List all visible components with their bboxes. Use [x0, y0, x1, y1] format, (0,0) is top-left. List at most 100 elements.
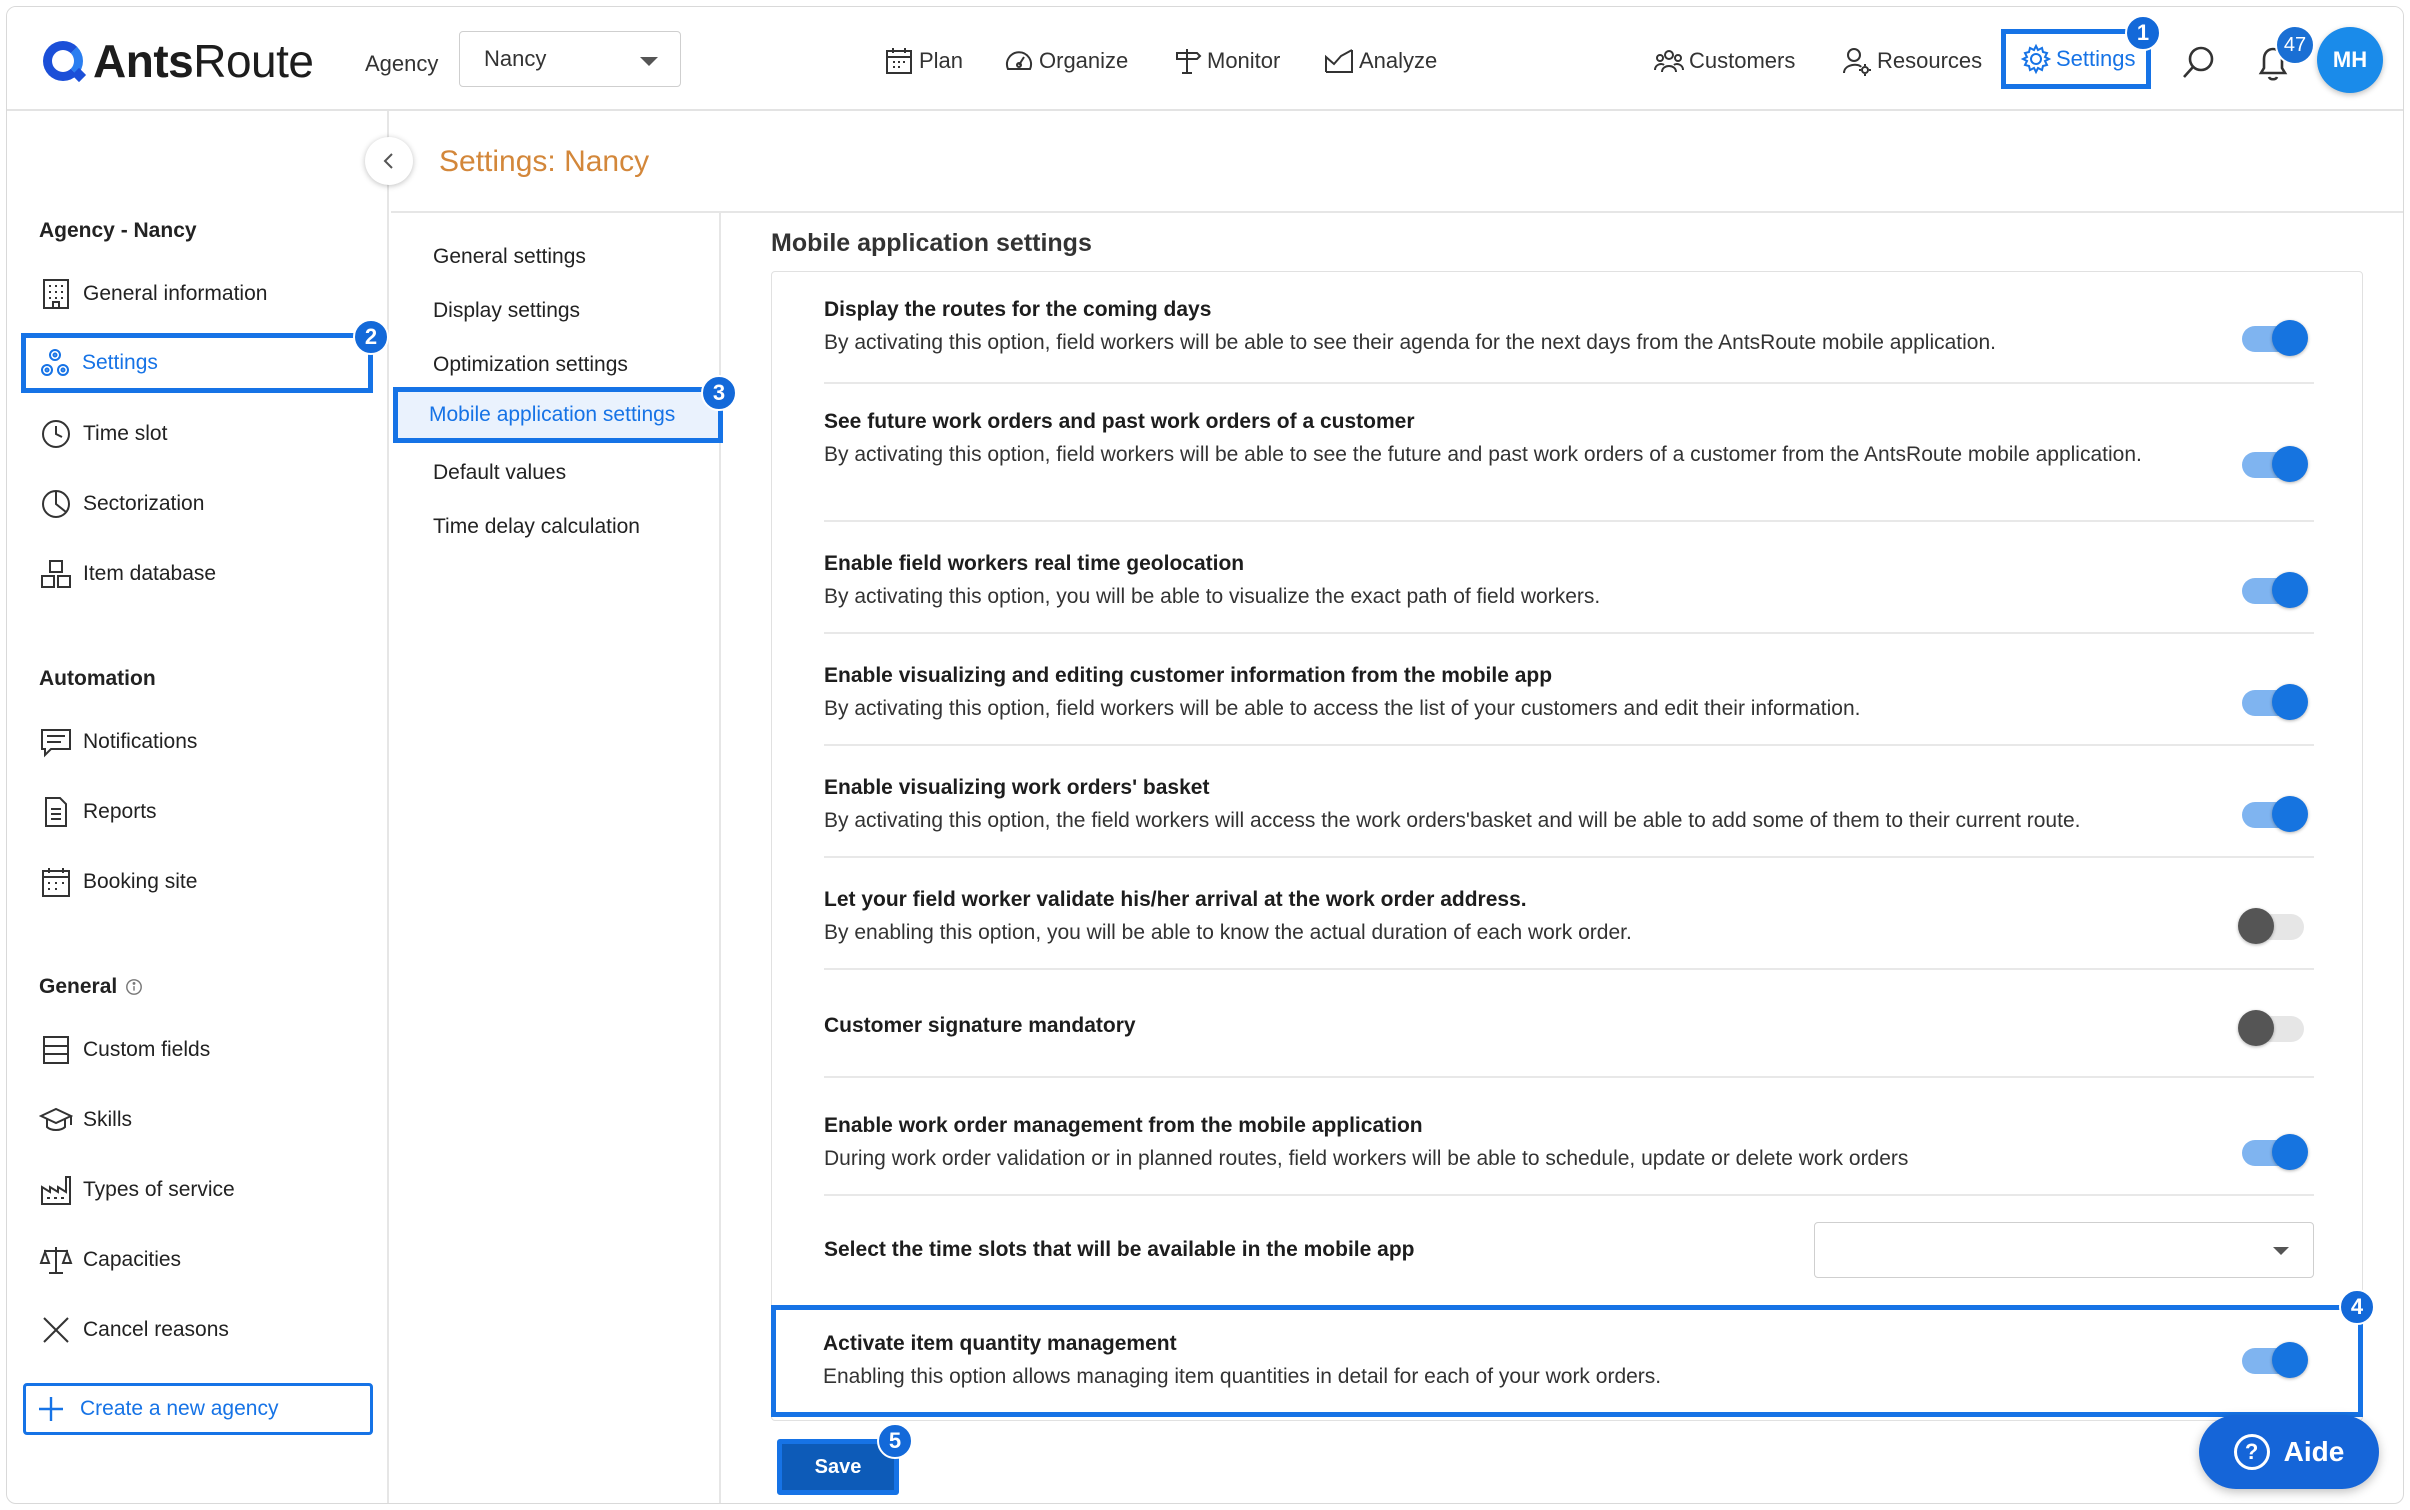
agency-select-value: Nancy	[484, 46, 547, 71]
subnav-display-settings[interactable]: Display settings	[397, 283, 717, 339]
setting-toggle[interactable]	[2242, 684, 2308, 720]
page-title: Settings: Nancy	[439, 145, 650, 178]
setting-row: Let your field worker validate his/her a…	[824, 888, 2314, 970]
sidebar-item-custom-fields[interactable]: Custom fields	[27, 1023, 371, 1077]
sidebar-item-skills[interactable]: Skills	[27, 1093, 371, 1147]
subnav-time-delay-calculation[interactable]: Time delay calculation	[397, 499, 717, 555]
building-icon	[43, 279, 69, 309]
setting-toggle[interactable]	[2238, 908, 2304, 944]
clock-icon	[42, 420, 70, 448]
sidebar-item-general-information[interactable]: General information	[27, 267, 371, 321]
callout-badge: 1	[2125, 15, 2161, 51]
setting-title: Enable visualizing work orders' basket	[824, 776, 1210, 799]
agency-sidebar: Agency - Nancy General information Setti…	[7, 111, 389, 1503]
sidebar-item-settings[interactable]: Settings	[21, 333, 373, 393]
setting-toggle[interactable]	[2242, 1134, 2308, 1170]
nav-monitor[interactable]: Monitor	[1171, 45, 1280, 77]
help-icon: ?	[2233, 1434, 2270, 1470]
nav-customers-label: Customers	[1689, 48, 1796, 73]
callout-badge: 5	[877, 1423, 913, 1459]
toggle-knob	[2272, 684, 2308, 720]
sidebar-item-sectorization[interactable]: Sectorization	[27, 477, 371, 531]
setting-row: Display the routes for the coming days B…	[824, 298, 2314, 384]
setting-description: By activating this option, field workers…	[824, 443, 2142, 466]
time-slots-select[interactable]	[1814, 1222, 2314, 1278]
toggle-knob	[2272, 1134, 2308, 1170]
callout-badge: 3	[701, 375, 737, 411]
setting-toggle[interactable]	[2238, 1010, 2304, 1046]
factory-icon	[41, 1176, 71, 1205]
nav-customers[interactable]: Customers	[1653, 45, 1795, 77]
sidebar-item-booking-site[interactable]: Booking site	[27, 855, 371, 909]
sidebar-item-label: Notifications	[83, 730, 198, 753]
setting-description: By enabling this option, you will be abl…	[824, 921, 1632, 944]
subnav-optimization-settings[interactable]: Optimization settings	[397, 337, 717, 393]
form-fields-icon	[43, 1036, 69, 1064]
setting-row-item-quantity: Activate item quantity management Enabli…	[771, 1305, 2363, 1417]
setting-toggle[interactable]	[2242, 1342, 2308, 1378]
chevron-down-icon	[2273, 1247, 2289, 1255]
setting-row: Customer signature mandatory	[824, 986, 2314, 1078]
settings-card: Display the routes for the coming days B…	[771, 271, 2363, 1421]
info-icon[interactable]	[125, 978, 143, 996]
help-button[interactable]: ? Aide	[2199, 1415, 2379, 1489]
avatar[interactable]: MH	[2317, 27, 2383, 93]
plus-icon	[39, 1397, 63, 1421]
calendar-grid-icon	[42, 868, 70, 897]
sidebar-heading-general: General	[39, 975, 143, 999]
nav-analyze-label: Analyze	[1359, 48, 1438, 73]
sidebar-item-label: Item database	[83, 562, 217, 585]
setting-title: Enable field workers real time geolocati…	[824, 552, 1245, 575]
sidebar-item-cancel-reasons[interactable]: Cancel reasons	[27, 1303, 371, 1357]
user-gear-icon	[1843, 48, 1871, 76]
gauge-icon	[1006, 51, 1032, 70]
subnav-default-values[interactable]: Default values	[397, 445, 717, 501]
setting-toggle[interactable]	[2242, 796, 2308, 832]
nav-resources[interactable]: Resources	[1841, 45, 1982, 77]
create-agency-button[interactable]: Create a new agency	[23, 1383, 373, 1435]
sidebar-heading-agency: Agency - Nancy	[39, 219, 197, 242]
sidebar-item-label: Reports	[83, 800, 157, 823]
collapse-sidebar-button[interactable]	[365, 137, 413, 185]
sidebar-item-capacities[interactable]: Capacities	[27, 1233, 371, 1287]
sidebar-item-label: Time slot	[83, 422, 168, 445]
scale-icon	[39, 1247, 73, 1274]
boxes-icon	[41, 560, 71, 588]
sidebar-item-label: Capacities	[83, 1248, 182, 1271]
sidebar-item-label: Custom fields	[83, 1038, 211, 1061]
toggle-knob	[2272, 572, 2308, 608]
setting-title: Let your field worker validate his/her a…	[824, 888, 1527, 911]
sidebar-item-notifications[interactable]: Notifications	[27, 715, 371, 769]
nav-plan[interactable]: Plan	[883, 45, 963, 77]
logo-mark-icon	[43, 41, 83, 81]
sidebar-item-item-database[interactable]: Item database	[27, 547, 371, 601]
sidebar-item-reports[interactable]: Reports	[27, 785, 371, 839]
setting-toggle[interactable]	[2242, 320, 2308, 356]
sidebar-item-label: Skills	[83, 1108, 133, 1131]
setting-title: See future work orders and past work ord…	[824, 410, 1415, 433]
notification-count-badge[interactable]: 47	[2275, 25, 2315, 65]
subnav-label: Mobile application settings	[429, 403, 676, 426]
toggle-knob	[2272, 1342, 2308, 1378]
sidebar-item-types-of-service[interactable]: Types of service	[27, 1163, 371, 1217]
sidebar-heading-automation: Automation	[39, 667, 156, 690]
setting-description: During work order validation or in plann…	[824, 1147, 1909, 1170]
app-window: AntsRoute Agency Nancy Plan Organize Mon…	[6, 6, 2404, 1504]
agency-select[interactable]: Nancy	[459, 31, 681, 87]
sidebar-item-label: General information	[83, 282, 268, 305]
setting-toggle[interactable]	[2242, 446, 2308, 482]
search-icon[interactable]	[2179, 43, 2219, 83]
nav-organize[interactable]: Organize	[1003, 45, 1128, 77]
close-icon	[43, 1317, 69, 1343]
settings-subnav: General settings Display settings Optimi…	[391, 213, 723, 1503]
sidebar-item-time-slot[interactable]: Time slot	[27, 407, 371, 461]
subnav-general-settings[interactable]: General settings	[397, 229, 717, 285]
subnav-label: Default values	[433, 461, 567, 484]
antsroute-logo[interactable]: AntsRoute	[43, 33, 314, 89]
toggle-knob	[2272, 796, 2308, 832]
toggle-knob	[2272, 320, 2308, 356]
nav-analyze[interactable]: Analyze	[1323, 45, 1437, 77]
subnav-mobile-application-settings[interactable]: Mobile application settings	[393, 387, 723, 443]
chevron-left-icon	[383, 153, 393, 169]
setting-toggle[interactable]	[2242, 572, 2308, 608]
